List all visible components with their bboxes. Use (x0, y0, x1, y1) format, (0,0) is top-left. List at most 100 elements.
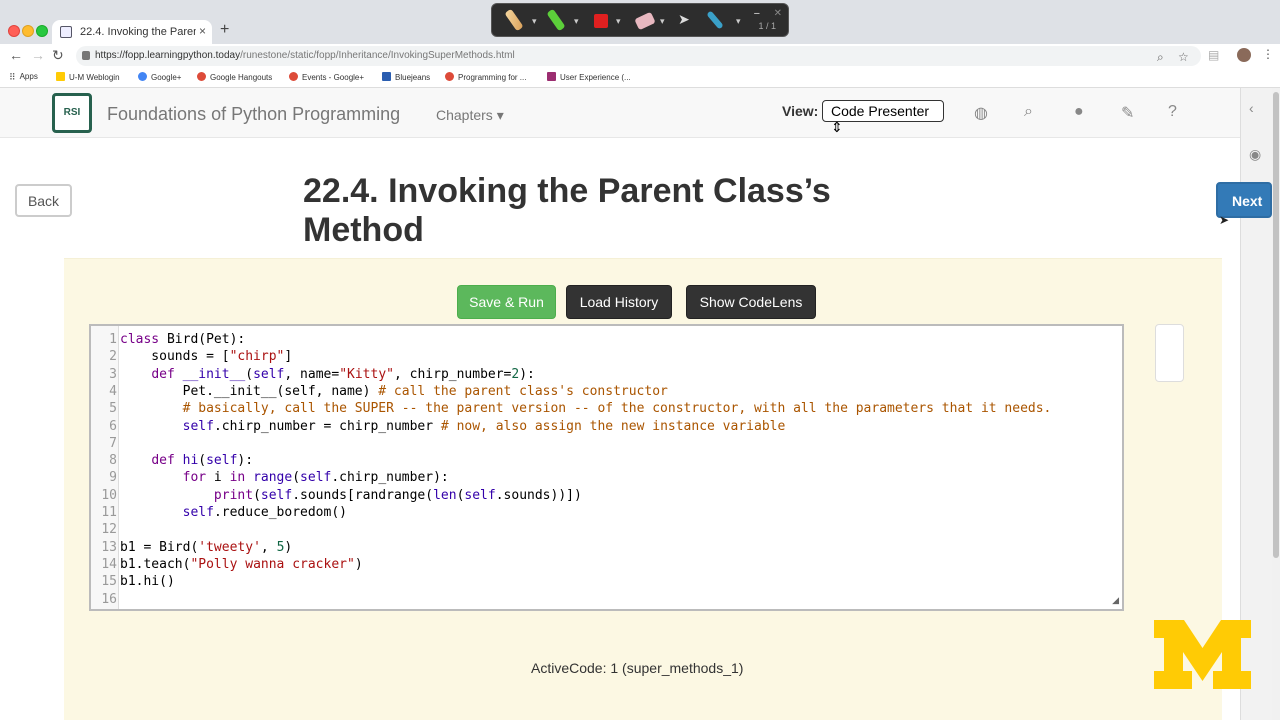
bookmark-um-weblogin[interactable]: U-M Weblogin (56, 72, 120, 82)
search-icon[interactable]: ⌕ (1024, 103, 1033, 121)
minimize-window-button[interactable] (22, 25, 34, 37)
annotation-toolbar: ▾ ▾ ▾ ▾ ➤ ▾ − ✕ 1 / 1 (491, 3, 789, 37)
code-line[interactable]: 4 Pet.__init__(self, name) # call the pa… (91, 383, 1122, 400)
chevron-down-icon[interactable]: ▾ (736, 16, 741, 27)
activecode-caption: ActiveCode: 1 (super_methods_1) (531, 660, 744, 676)
code-line[interactable]: 9 for i in range(self.chirp_number): (91, 469, 1122, 486)
bluejeans-icon (382, 72, 391, 81)
line-number: 12 (101, 522, 117, 538)
code-line[interactable]: 16 (91, 591, 1122, 608)
bookmark-apps[interactable]: ⠿ Apps (9, 72, 38, 83)
chevron-down-icon[interactable]: ▾ (574, 16, 579, 27)
close-window-button[interactable] (8, 25, 20, 37)
line-number: 6 (109, 418, 117, 434)
code-line[interactable]: 15 b1.hi() (91, 573, 1122, 590)
help-icon[interactable]: ? (1168, 103, 1177, 121)
address-bar-row: ← → ↻ https://fopp.learningpython.today/… (0, 44, 1280, 68)
code-line[interactable]: 3 def __init__(self, name="Kitty", chirp… (91, 366, 1122, 383)
tab-close-icon[interactable]: × (199, 24, 206, 38)
minimize-toolbar-icon[interactable]: − (754, 8, 760, 20)
code-line[interactable]: 14 b1.teach("Polly wanna cracker") (91, 556, 1122, 573)
chevron-down-icon[interactable]: ▾ (616, 16, 621, 27)
bookmark-events[interactable]: Events - Google+ (289, 72, 364, 82)
eye-icon[interactable]: ◉ (1249, 146, 1261, 163)
code-editor[interactable]: 1 class Bird(Pet): 2 sounds = ["chirp"] 3 d… (89, 324, 1124, 611)
code-line[interactable]: 11 self.reduce_boredom() (91, 504, 1122, 521)
show-codelens-button[interactable]: Show CodeLens (686, 285, 816, 319)
eraser-tool-icon[interactable] (634, 11, 656, 31)
close-toolbar-icon[interactable]: ✕ (774, 8, 782, 19)
bookmark-google-plus[interactable]: Google+ (138, 72, 181, 82)
reload-icon[interactable]: ↻ (52, 47, 64, 64)
lock-icon (82, 51, 90, 60)
code-line[interactable]: 12 (91, 521, 1122, 538)
save-and-run-button[interactable]: Save & Run (457, 285, 556, 319)
code-text: # basically, call the SUPER -- the paren… (182, 401, 1052, 417)
code-line[interactable]: 13 b1 = Bird('tweety', 5) (91, 539, 1122, 556)
bookmark-user-experience[interactable]: User Experience (... (547, 72, 631, 82)
line-number: 4 (109, 383, 117, 399)
extension-icon[interactable]: ▤ (1208, 48, 1219, 62)
new-tab-button[interactable]: + (220, 21, 229, 39)
bookmarks-bar: ⠿ Apps U-M Weblogin Google+ Google Hangou… (0, 68, 1280, 88)
pencil-tool-icon[interactable] (504, 8, 524, 32)
browser-tab-strip: 22.4. Invoking the Parent Class’s Method… (0, 0, 1280, 44)
google-icon (138, 72, 147, 81)
code-line[interactable]: 1 class Bird(Pet): (91, 331, 1122, 348)
load-history-button[interactable]: Load History (566, 285, 672, 319)
code-text: b1 = Bird('tweety', 5) (120, 539, 293, 555)
menu-kebab-icon[interactable]: ⋮ (1262, 47, 1274, 61)
maximize-window-button[interactable] (36, 25, 48, 37)
side-scroll-box[interactable] (1155, 324, 1184, 382)
chevron-down-icon[interactable]: ▾ (532, 16, 537, 27)
edx-icon (547, 72, 556, 81)
line-number: 16 (101, 591, 117, 607)
browser-tab[interactable]: 22.4. Invoking the Parent Class’s Method… (52, 20, 212, 44)
apps-grid-icon: ⠿ (9, 72, 16, 82)
block-m-logo (1154, 620, 1251, 689)
star-icon[interactable]: ☆ (1178, 50, 1189, 64)
screen: 22.4. Invoking the Parent Class’s Method… (0, 0, 1280, 720)
hammer-tool-icon[interactable] (706, 10, 724, 30)
bookmark-programming[interactable]: Programming for ... (445, 72, 526, 82)
view-label: View: (782, 103, 819, 119)
line-number: 13 (101, 539, 117, 555)
site-navbar: RSI Foundations of Python Programming Ch… (0, 88, 1240, 138)
user-icon[interactable]: ● (1074, 103, 1084, 121)
line-number: 3 (109, 366, 117, 382)
line-number: 5 (109, 401, 117, 417)
site-brand[interactable]: Foundations of Python Programming (107, 104, 400, 125)
code-text: self.chirp_number = chirp_number # now, … (182, 418, 786, 434)
pencil-icon[interactable]: ✎ (1121, 103, 1134, 123)
highlighter-tool-icon[interactable] (546, 8, 566, 32)
code-line[interactable]: 10 print(self.sounds[randrange(len(self.… (91, 487, 1122, 504)
chapters-menu[interactable]: Chapters ▾ (436, 107, 504, 124)
code-line[interactable]: 5 # basically, call the SUPER -- the par… (91, 400, 1122, 417)
forward-arrow-icon[interactable]: → (31, 47, 45, 63)
url-field[interactable]: https://fopp.learningpython.today/runest… (76, 46, 1201, 66)
tab-title: 22.4. Invoking the Parent Class’s Method (80, 26, 196, 38)
code-line[interactable]: 2 sounds = ["chirp"] (91, 348, 1122, 365)
code-line[interactable]: 8 def hi(self): (91, 452, 1122, 469)
page-scroll-thumb[interactable] (1273, 92, 1279, 558)
code-line[interactable]: 7 (91, 435, 1122, 452)
resize-handle-icon[interactable]: ◢ (1112, 595, 1119, 606)
line-number: 1 (109, 332, 117, 347)
chevron-down-icon[interactable]: ▾ (660, 16, 665, 27)
shape-tool-icon[interactable] (594, 14, 608, 28)
bookmark-google-hangouts[interactable]: Google Hangouts (197, 72, 272, 82)
annotation-page-count: 1 / 1 (758, 21, 776, 31)
back-button[interactable]: Back (15, 184, 72, 217)
code-text: b1.teach("Polly wanna cracker") (120, 556, 363, 572)
zoom-icon[interactable]: ⌕ (1157, 50, 1164, 65)
code-line[interactable]: 6 self.chirp_number = chirp_number # now… (91, 418, 1122, 435)
bookmark-bluejeans[interactable]: Bluejeans (382, 72, 430, 82)
globe-icon[interactable]: ◍ (974, 103, 988, 123)
chevron-left-icon[interactable]: ‹ (1249, 100, 1254, 116)
line-number: 9 (109, 470, 117, 486)
back-arrow-icon[interactable]: ← (9, 47, 23, 63)
runestone-logo[interactable]: RSI (52, 93, 92, 133)
view-mode-select[interactable]: Code Presenter ⇕ (822, 100, 944, 135)
pointer-tool-icon[interactable]: ➤ (678, 11, 696, 29)
profile-avatar[interactable] (1237, 48, 1251, 62)
